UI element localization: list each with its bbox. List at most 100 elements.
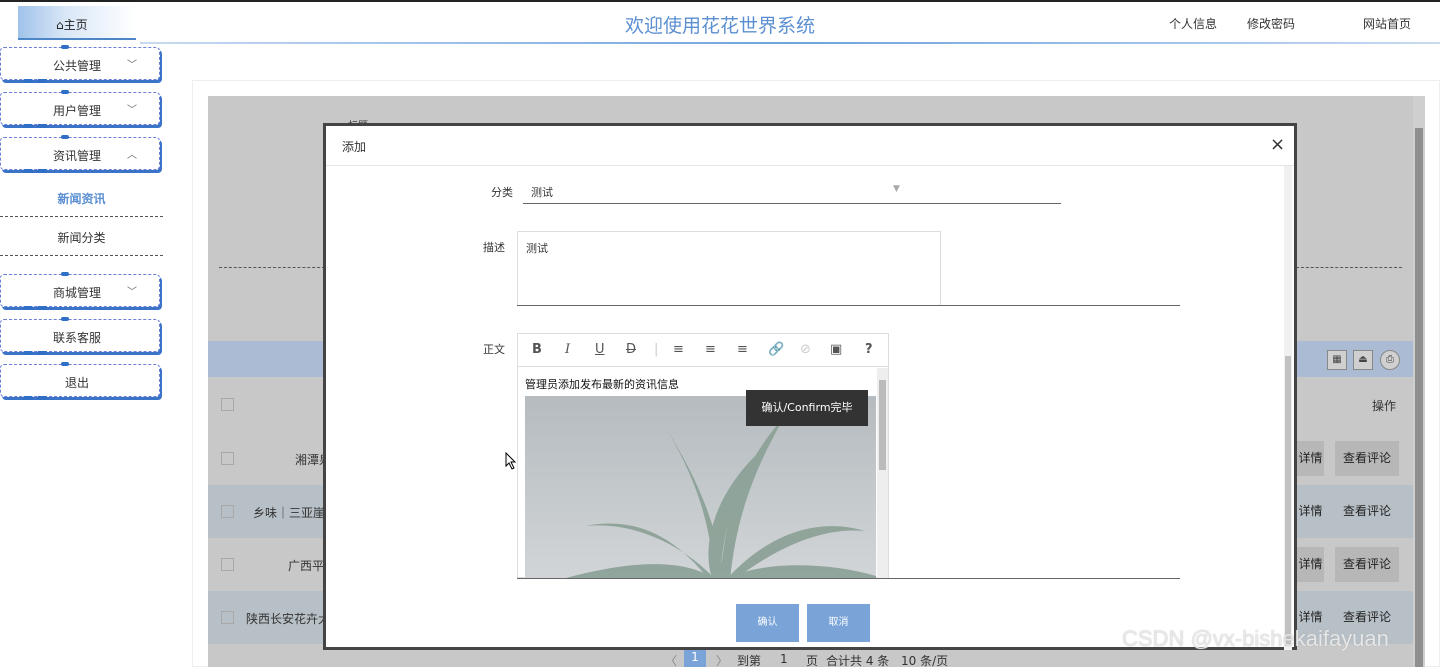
top-header: ⌂主页 欢迎使用花花世界系统 个人信息 修改密码 网站首页 — [0, 0, 1440, 44]
pager-goto-input[interactable]: 1 — [780, 652, 788, 666]
confirm-button[interactable]: 确认 — [736, 604, 799, 642]
view-comments-button[interactable]: 查看评论 — [1335, 441, 1399, 476]
sidebar-subitem-news-category[interactable]: 新闻分类 — [0, 229, 163, 256]
decor-dot — [37, 124, 47, 128]
watermark-text: CSDN @vx-bishekaifayuan — [1122, 626, 1389, 651]
decor-tick — [61, 135, 69, 139]
decor-dot — [37, 351, 47, 355]
sidebar-item-label: 退出 — [64, 376, 89, 390]
detail-button[interactable]: 详情 — [1297, 441, 1324, 476]
link-icon[interactable]: 🔗 — [768, 342, 784, 357]
pager-size-select[interactable]: 10 条/页 — [901, 652, 948, 669]
confirm-tooltip: 确认/Confirm完毕 — [746, 390, 868, 426]
decor-dot — [23, 124, 33, 128]
sidebar-subitem-news-info[interactable]: 新闻资讯 — [0, 190, 163, 217]
row-checkbox[interactable] — [221, 558, 234, 571]
italic-icon[interactable]: I — [565, 342, 570, 357]
decor-dot — [23, 79, 33, 83]
rich-text-editor[interactable]: B I U D | ≡ ≡ ≡ 🔗 ⊘ ▣ ? 管理员添加发布最新的资讯信息 — [517, 333, 889, 578]
decor-tick — [61, 317, 69, 321]
view-comments-button[interactable]: 查看评论 — [1335, 547, 1399, 582]
image-icon[interactable]: ▣ — [830, 342, 842, 357]
pager-prev[interactable]: 〈 — [665, 652, 677, 669]
nav-change-password-link[interactable]: 修改密码 — [1247, 15, 1295, 32]
decor-dot — [37, 396, 47, 400]
column-header-ops: 操作 — [1372, 399, 1397, 413]
divider — [1296, 267, 1402, 268]
row-checkbox[interactable] — [221, 452, 234, 465]
decor-dot — [37, 79, 47, 83]
pager-page-unit: 页 — [806, 654, 819, 668]
sidebar-item-news[interactable]: 资讯管理 ︿ — [0, 135, 160, 173]
decor-dot — [23, 396, 33, 400]
pager-next[interactable]: 〉 — [716, 652, 728, 669]
category-value: 测试 — [531, 186, 553, 199]
pager-goto-label: 到第 — [737, 654, 762, 668]
row-title: 陕西长安花卉大 — [246, 612, 331, 626]
scrollbar-thumb[interactable] — [1285, 356, 1291, 646]
caret-down-icon: ▼ — [893, 184, 900, 194]
pager-current-page[interactable]: 1 — [684, 650, 706, 667]
strikethrough-icon[interactable]: D — [626, 342, 636, 357]
detail-button[interactable]: 详情 — [1297, 494, 1324, 529]
decor-dot — [37, 306, 47, 310]
editor-text: 管理员添加发布最新的资讯信息 — [525, 378, 679, 391]
toolbar-separator: | — [654, 342, 659, 357]
decor-dot — [37, 169, 47, 173]
unlink-icon[interactable]: ⊘ — [800, 342, 811, 357]
page-title: 欢迎使用花花世界系统 — [624, 15, 815, 37]
category-label: 分类 — [491, 186, 513, 199]
sidebar-item-shop[interactable]: 商城管理 ﹀ — [0, 272, 160, 310]
sidebar-item-public[interactable]: 公共管理 ﹀ — [0, 45, 160, 83]
field-underline — [517, 305, 1180, 306]
category-select[interactable]: 测试 ▼ — [523, 173, 1061, 204]
field-underline — [517, 578, 1180, 579]
print-icon[interactable]: ⎙ — [1380, 350, 1400, 370]
columns-icon[interactable]: ▦ — [1327, 350, 1347, 370]
decor-dot — [23, 306, 33, 310]
dialog-scrollbar[interactable] — [1284, 166, 1292, 650]
chevron-up-icon: ︿ — [127, 150, 137, 161]
detail-button[interactable]: 详情 — [1297, 547, 1324, 582]
sidebar-item-user[interactable]: 用户管理 ﹀ — [0, 90, 160, 128]
select-all-checkbox[interactable] — [221, 398, 234, 411]
mouse-cursor-icon — [505, 452, 517, 470]
view-comments-button[interactable]: 查看评论 — [1335, 494, 1399, 529]
row-checkbox[interactable] — [221, 611, 234, 624]
align-right-icon[interactable]: ≡ — [737, 342, 748, 357]
decor-tick — [61, 90, 69, 94]
dialog-title: 添加 — [342, 140, 367, 154]
row-checkbox[interactable] — [221, 505, 234, 518]
scrollbar-thumb[interactable] — [1415, 128, 1423, 667]
chevron-down-icon: ﹀ — [127, 60, 137, 71]
bold-icon[interactable]: B — [532, 342, 542, 357]
body-label: 正文 — [483, 343, 505, 356]
sidebar-item-service[interactable]: 联系客服 — [0, 317, 160, 355]
align-left-icon[interactable]: ≡ — [673, 342, 684, 357]
dialog-header: 添加 × — [326, 126, 1294, 166]
pager-total: 合计共 4 条 — [826, 654, 890, 668]
header-divider — [140, 42, 1440, 44]
align-center-icon[interactable]: ≡ — [705, 342, 716, 357]
close-icon[interactable]: × — [1270, 134, 1285, 155]
help-icon[interactable]: ? — [865, 342, 873, 357]
export-icon[interactable]: ⏏ — [1353, 350, 1373, 370]
description-textarea[interactable]: 测试 — [517, 231, 941, 306]
scrollbar-thumb[interactable] — [879, 380, 886, 470]
decor-tick — [61, 362, 69, 366]
underline-icon[interactable]: U — [595, 342, 605, 357]
description-value: 测试 — [526, 242, 548, 255]
sidebar-item-label: 联系客服 — [52, 331, 101, 345]
nav-site-home-link[interactable]: 网站首页 — [1363, 15, 1411, 32]
sidebar-item-logout[interactable]: 退出 — [0, 362, 160, 400]
editor-scrollbar[interactable] — [877, 368, 888, 578]
decor-dot — [23, 169, 33, 173]
decor-tick — [61, 272, 69, 276]
description-label: 描述 — [483, 241, 505, 254]
cancel-button[interactable]: 取消 — [807, 604, 870, 642]
nav-profile-link[interactable]: 个人信息 — [1169, 15, 1217, 32]
row-title: 广西平 — [288, 559, 325, 573]
chevron-down-icon: ﹀ — [127, 287, 137, 298]
add-dialog: 添加 × 分类 测试 ▼ 描述 测试 正文 B I U D | ≡ ≡ ≡ 🔗 … — [323, 123, 1297, 650]
page-scrollbar[interactable] — [1413, 96, 1425, 667]
